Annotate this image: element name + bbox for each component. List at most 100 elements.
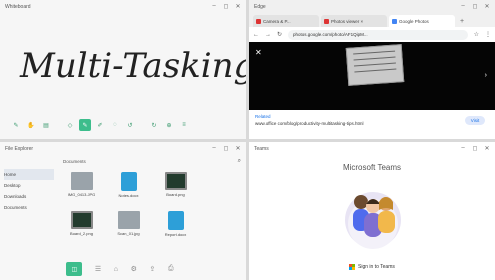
sign-in-button[interactable]: Sign in to Teams (349, 264, 395, 270)
image-file-icon (117, 211, 140, 229)
maximize-button[interactable]: ◻ (223, 3, 229, 10)
photo-image (345, 44, 405, 86)
url-field[interactable]: photos.google.com/photo/AF1QipM... (288, 29, 468, 40)
file-item[interactable]: Board_2.png (60, 211, 103, 243)
eraser-icon[interactable]: ◌ (109, 119, 121, 131)
tab-label: Google Photos (399, 18, 429, 24)
menu-icon[interactable]: ⋮ (485, 31, 491, 38)
explorer-sidebar: Home Desktop Downloads Documents (0, 167, 58, 280)
browser-titlebar[interactable]: Edge – ◻ ✕ (249, 0, 495, 13)
file-item[interactable]: Scan_01.jpg (107, 211, 150, 243)
tab-label: Photos viewer × (331, 18, 364, 24)
file-item[interactable]: IMG_0413.JPG (60, 172, 103, 204)
minimize-button[interactable]: – (211, 145, 217, 152)
file-item[interactable]: Board.png (154, 172, 197, 204)
sidebar-item-desktop[interactable]: Desktop (4, 180, 54, 191)
close-button[interactable]: ✕ (235, 3, 241, 10)
microsoft-logo-icon (349, 264, 355, 270)
close-icon[interactable]: ✕ (255, 48, 262, 57)
image-file-icon (70, 172, 93, 190)
file-name: Scan_01.jpg (117, 231, 140, 236)
shape-icon[interactable]: ◇ (64, 119, 76, 131)
settings-icon[interactable]: ⚙ (131, 265, 137, 273)
explorer-dock: ◫ ☰ ⌂ ⚙ ⇪ ⎙ (60, 261, 180, 277)
sign-in-label: Sign in to Teams (358, 264, 395, 270)
desktop-split-screen: Whiteboard – ◻ ✕ Multi-Tasking ✎ ✋ ▤ ◇ ✎… (0, 0, 495, 280)
list-view-icon[interactable]: ☰ (95, 265, 101, 273)
search-icon[interactable]: ⌕ (238, 158, 241, 165)
related-tag: Related (255, 114, 271, 119)
file-name: IMG_0413.JPG (67, 192, 96, 197)
url-text: photos.google.com/photo/AF1QipM... (293, 32, 368, 37)
layers-icon[interactable]: ≡ (178, 119, 190, 131)
sidebar-item-home[interactable]: Home (4, 169, 54, 180)
file-name: Notes.docx (118, 193, 139, 198)
breadcrumb[interactable]: Documents (63, 159, 86, 164)
whiteboard-titlebar[interactable]: Whiteboard – ◻ ✕ (0, 0, 246, 13)
forward-icon[interactable]: → (265, 32, 271, 38)
hand-icon[interactable]: ✋ (25, 119, 37, 131)
zoom-icon[interactable]: ⊕ (163, 119, 175, 131)
image-file-icon (164, 172, 187, 190)
close-button[interactable]: ✕ (235, 145, 241, 152)
redo-icon[interactable]: ↻ (148, 119, 160, 131)
minimize-button[interactable]: – (211, 3, 217, 10)
next-arrow-icon[interactable]: › (485, 72, 487, 79)
favicon-icon (256, 18, 261, 24)
pen-icon[interactable]: ✎ (10, 119, 22, 131)
pen-tool-icon[interactable]: ✎ (79, 119, 91, 131)
sidebar-item-documents[interactable]: Documents (4, 202, 54, 213)
related-infobar: Related www.office com/blog/productivity… (249, 110, 495, 139)
gallery-view-icon[interactable]: ◫ (66, 262, 83, 276)
browser-window[interactable]: Edge – ◻ ✕ Camera & P... Photos viewer ×… (249, 0, 495, 139)
upload-icon[interactable]: ⇪ (150, 265, 156, 273)
back-icon[interactable]: ← (253, 32, 259, 38)
favicon-icon (392, 18, 397, 24)
home-icon[interactable]: ⌂ (114, 266, 118, 273)
close-button[interactable]: ✕ (484, 3, 490, 10)
related-link[interactable]: www.office com/blog/productivity-multita… (255, 121, 489, 126)
explorer-title: File Explorer (5, 145, 34, 152)
whiteboard-title: Whiteboard (5, 3, 31, 10)
handwritten-text: Multi-Tasking (19, 46, 246, 86)
explorer-header: Documents ⌕ (0, 155, 246, 167)
favicon-icon (324, 18, 329, 24)
maximize-button[interactable]: ◻ (223, 145, 229, 152)
teams-window[interactable]: Teams – ◻ ✕ Microsoft Teams Sign in to T… (249, 142, 495, 280)
teams-illustration-icon (345, 192, 401, 249)
close-button[interactable]: ✕ (484, 145, 490, 152)
teams-titlebar[interactable]: Teams – ◻ ✕ (249, 142, 495, 155)
tab-google-photos[interactable]: Google Photos (389, 15, 455, 27)
minimize-button[interactable]: – (460, 3, 466, 10)
maximize-button[interactable]: ◻ (472, 3, 478, 10)
marker-icon[interactable]: ✐ (94, 119, 106, 131)
new-tab-button[interactable]: + (457, 18, 467, 27)
whiteboard-canvas[interactable]: Multi-Tasking (0, 13, 246, 115)
document-file-icon (120, 172, 137, 191)
file-item[interactable]: Report.docx (154, 211, 197, 243)
folder-icon[interactable]: ▤ (40, 119, 52, 131)
explorer-titlebar[interactable]: File Explorer – ◻ ✕ (0, 142, 246, 155)
image-file-icon (70, 211, 93, 229)
reload-icon[interactable]: ↻ (277, 31, 282, 38)
tab-camera[interactable]: Camera & P... (253, 15, 319, 27)
sidebar-item-downloads[interactable]: Downloads (4, 191, 54, 202)
undo-icon[interactable]: ↺ (124, 119, 136, 131)
file-item[interactable]: Notes.docx (107, 172, 150, 204)
handwriting-stroke: Multi-Tasking (19, 46, 246, 86)
visit-button[interactable]: Visit (465, 116, 485, 125)
file-grid-area: IMG_0413.JPG Notes.docx Board.png Board_… (60, 172, 238, 256)
tab-label: Camera & P... (263, 18, 291, 24)
print-icon[interactable]: ⎙ (168, 265, 174, 273)
tab-photos-viewer[interactable]: Photos viewer × (321, 15, 387, 27)
minimize-button[interactable]: – (460, 145, 466, 152)
photo-viewer[interactable]: ✕ › (249, 42, 495, 110)
maximize-button[interactable]: ◻ (472, 145, 478, 152)
document-file-icon (167, 211, 184, 230)
file-name: Report.docx (164, 232, 187, 237)
whiteboard-window[interactable]: Whiteboard – ◻ ✕ Multi-Tasking ✎ ✋ ▤ ◇ ✎… (0, 0, 246, 139)
star-icon[interactable]: ☆ (474, 31, 479, 38)
file-name: Board_2.png (70, 231, 93, 236)
tab-strip: Camera & P... Photos viewer × Google Pho… (249, 13, 495, 27)
file-explorer-window[interactable]: File Explorer – ◻ ✕ Documents ⌕ Home Des… (0, 142, 246, 280)
